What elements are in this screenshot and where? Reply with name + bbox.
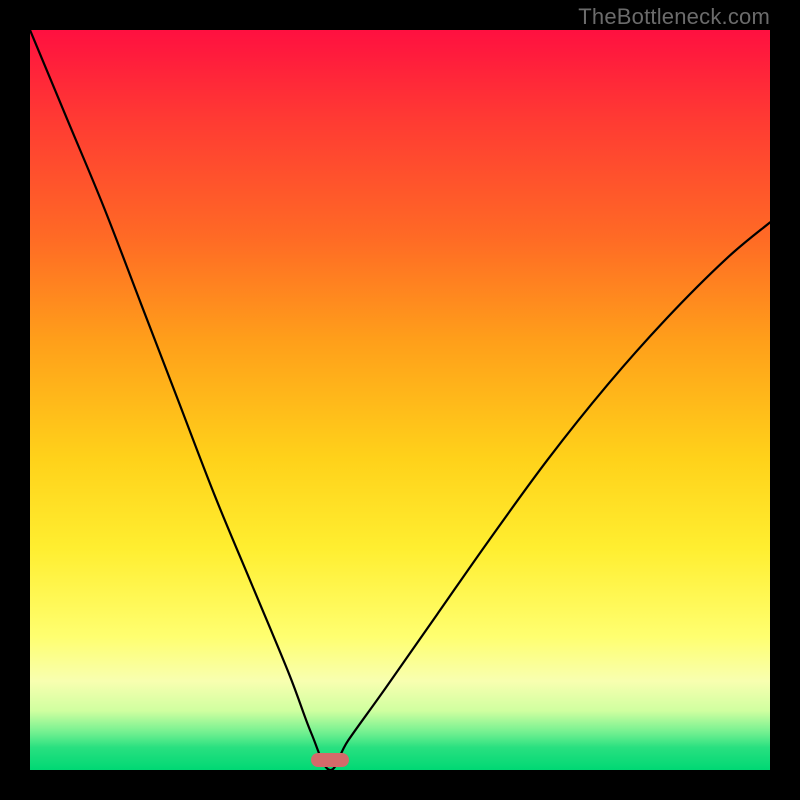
plot-area bbox=[30, 30, 770, 770]
bottleneck-curve bbox=[30, 30, 770, 770]
watermark-text: TheBottleneck.com bbox=[578, 4, 770, 30]
chart-frame: TheBottleneck.com bbox=[0, 0, 800, 800]
optimal-marker bbox=[311, 753, 349, 767]
curve-path bbox=[30, 30, 770, 770]
